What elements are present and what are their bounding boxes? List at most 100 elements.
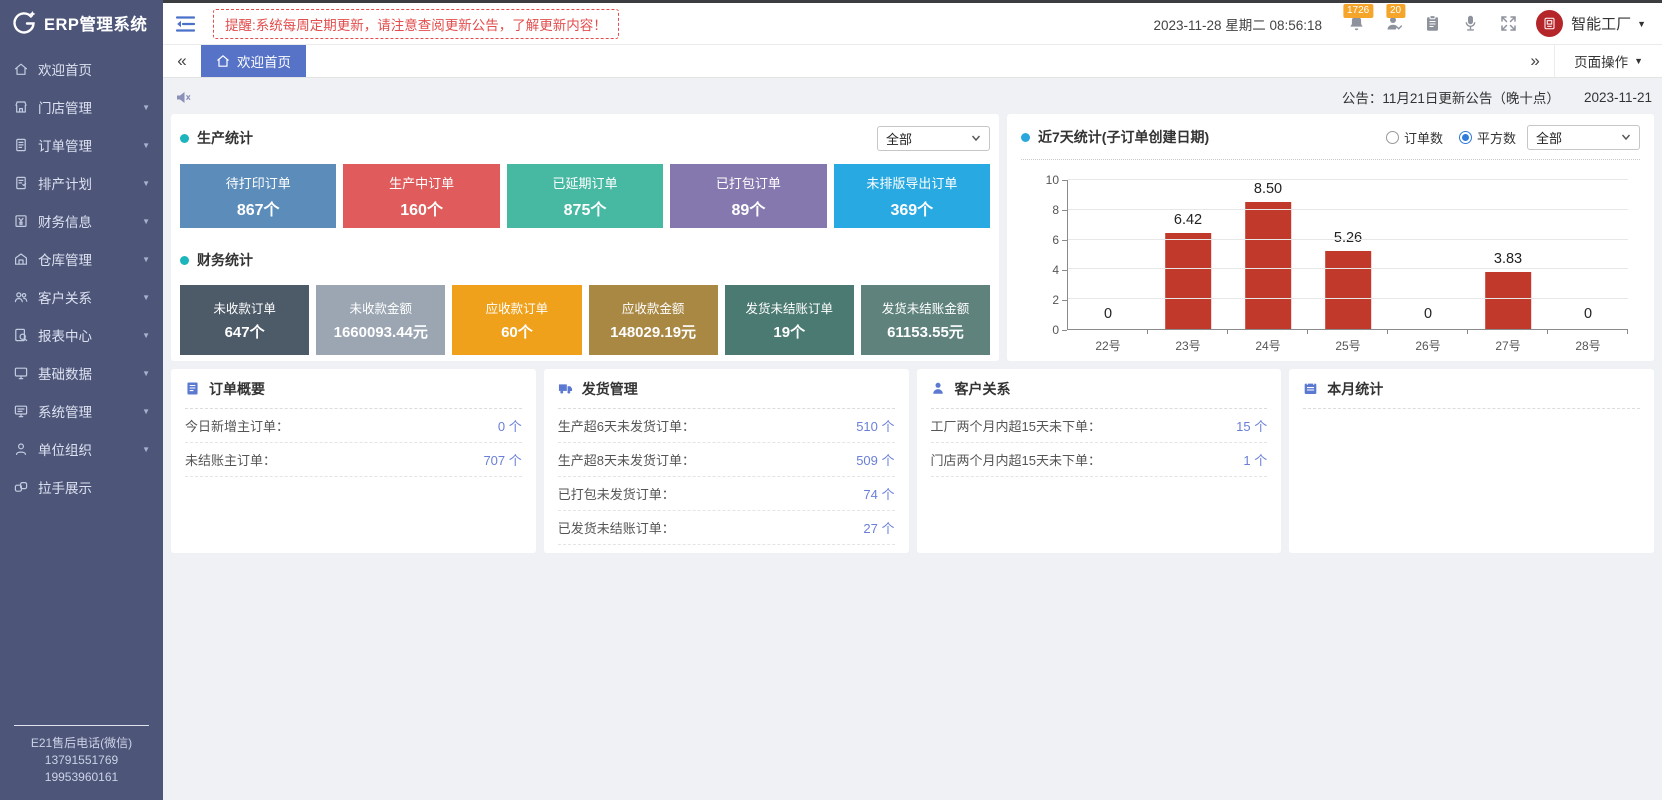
summary-row-item: 未结账主订单：707 个 bbox=[185, 443, 522, 477]
menu-collapse-icon[interactable] bbox=[175, 15, 196, 33]
x-axis-tick bbox=[1307, 329, 1308, 334]
user-message-button[interactable]: 20 bbox=[1385, 14, 1404, 33]
tabs-scroll-right-button[interactable]: » bbox=[1516, 45, 1554, 77]
bar-24号[interactable] bbox=[1245, 202, 1291, 329]
stat-card-发货未结账订单[interactable]: 发货未结账订单19个 bbox=[725, 285, 854, 355]
stat-card-label: 未收款金额 bbox=[350, 298, 413, 317]
bar-23号[interactable] bbox=[1165, 233, 1211, 329]
stat-card-未收款订单[interactable]: 未收款订单647个 bbox=[180, 285, 309, 355]
user-menu-caret-icon[interactable]: ▼ bbox=[1637, 19, 1646, 29]
chart-filter-value: 全部 bbox=[1536, 128, 1562, 147]
page-actions-dropdown[interactable]: 页面操作 ▼ bbox=[1554, 45, 1662, 77]
stat-card-label: 发货未结账金额 bbox=[882, 298, 970, 317]
finance-stats-header: 财务统计 bbox=[180, 247, 990, 273]
radio-circle-icon bbox=[1386, 131, 1399, 144]
bar-chart: 06.428.505.2603.830 22号23号24号25号26号27号28… bbox=[1021, 164, 1640, 360]
sidebar-footer: E21售后电话(微信) 13791551769 19953960161 bbox=[0, 725, 163, 800]
sidebar-item-订单管理[interactable]: 订单管理▼ bbox=[0, 126, 163, 164]
stat-card-发货未结账金额[interactable]: 发货未结账金额61153.55元 bbox=[861, 285, 990, 355]
page-actions-caret-icon: ▼ bbox=[1634, 56, 1643, 66]
month-stats-icon bbox=[1303, 381, 1318, 396]
tab-bar: « 欢迎首页 » 页面操作 ▼ bbox=[163, 45, 1662, 78]
home-tab-icon bbox=[216, 54, 230, 68]
chart-metric-radios: 订单数平方数 bbox=[1370, 128, 1516, 147]
user-name[interactable]: 智能工厂 bbox=[1571, 13, 1631, 34]
sidebar-item-门店管理[interactable]: 门店管理▼ bbox=[0, 88, 163, 126]
x-axis-tick bbox=[1227, 329, 1228, 334]
sidebar-item-仓库管理[interactable]: 仓库管理▼ bbox=[0, 240, 163, 278]
y-axis-tick bbox=[1062, 330, 1067, 331]
announcement-text[interactable]: 公告：11月21日更新公告（晚十点） bbox=[1342, 87, 1560, 107]
stat-card-生产中订单[interactable]: 生产中订单160个 bbox=[343, 164, 499, 228]
sidebar-item-排产计划[interactable]: 排产计划▼ bbox=[0, 164, 163, 202]
stat-card-已打包订单[interactable]: 已打包订单89个 bbox=[670, 164, 826, 228]
stat-card-未排版导出订单[interactable]: 未排版导出订单369个 bbox=[834, 164, 990, 228]
chart-bar-slot: 6.42 bbox=[1148, 180, 1228, 329]
sidebar-item-客户关系[interactable]: 客户关系▼ bbox=[0, 278, 163, 316]
gridline bbox=[1068, 298, 1628, 299]
chart-dot-icon bbox=[1021, 133, 1030, 142]
expand-caret-icon: ▼ bbox=[142, 293, 150, 302]
sidebar-item-拉手展示[interactable]: 拉手展示 bbox=[0, 468, 163, 506]
warehouse-icon bbox=[13, 251, 29, 267]
microphone-button[interactable] bbox=[1461, 14, 1480, 33]
summary-row-value[interactable]: 707 个 bbox=[483, 450, 521, 469]
summary-row-value[interactable]: 510 个 bbox=[856, 416, 894, 435]
sidebar-item-基础数据[interactable]: 基础数据▼ bbox=[0, 354, 163, 392]
summary-row-label: 门店两个月内超15天未下单： bbox=[931, 450, 1101, 469]
announcement-date: 2023-11-21 bbox=[1584, 90, 1652, 105]
bar-value-label: 8.50 bbox=[1254, 181, 1282, 197]
summary-row-value[interactable]: 15 个 bbox=[1236, 416, 1267, 435]
chart-bar-slot: 0 bbox=[1388, 180, 1468, 329]
gridline bbox=[1068, 209, 1628, 210]
tab-welcome-home[interactable]: 欢迎首页 bbox=[201, 45, 306, 77]
summary-row-value[interactable]: 509 个 bbox=[856, 450, 894, 469]
x-axis-tick-label: 26号 bbox=[1388, 337, 1468, 354]
summary-row-value[interactable]: 27 个 bbox=[863, 518, 894, 537]
fullscreen-button[interactable] bbox=[1499, 14, 1518, 33]
main-area: 提醒:系统每周定期更新，请注意查阅更新公告，了解更新内容！ 2023-11-28… bbox=[163, 0, 1662, 800]
summary-row-item: 已打包未发货订单：74 个 bbox=[558, 477, 895, 511]
x-axis-tick bbox=[1467, 329, 1468, 334]
summary-card-title: 发货管理 bbox=[582, 379, 638, 399]
stat-card-label: 应收款订单 bbox=[486, 298, 549, 317]
speaker-icon[interactable] bbox=[175, 89, 192, 106]
expand-caret-icon: ▼ bbox=[142, 217, 150, 226]
radio-订单数[interactable]: 订单数 bbox=[1386, 128, 1443, 147]
sidebar-item-系统管理[interactable]: 系统管理▼ bbox=[0, 392, 163, 430]
clipboard-button[interactable] bbox=[1423, 14, 1442, 33]
microphone-icon bbox=[1461, 14, 1480, 33]
summary-card-header: 本月统计 bbox=[1303, 369, 1640, 409]
chart-bar-slot: 3.83 bbox=[1468, 180, 1548, 329]
sidebar-item-label: 拉手展示 bbox=[38, 477, 92, 497]
summary-row-value[interactable]: 1 个 bbox=[1243, 450, 1267, 469]
radio-平方数[interactable]: 平方数 bbox=[1459, 128, 1516, 147]
order-summary-icon bbox=[185, 381, 200, 396]
summary-row-label: 今日新增主订单： bbox=[185, 416, 289, 435]
chart-filter-select[interactable]: 全部 bbox=[1527, 125, 1640, 150]
bar-25号[interactable] bbox=[1325, 251, 1371, 329]
bar-27号[interactable] bbox=[1485, 272, 1531, 329]
sidebar-item-label: 排产计划 bbox=[38, 173, 92, 193]
stat-card-应收款订单[interactable]: 应收款订单60个 bbox=[452, 285, 581, 355]
stat-card-已延期订单[interactable]: 已延期订单875个 bbox=[507, 164, 663, 228]
radio-circle-icon bbox=[1459, 131, 1472, 144]
summary-row-value[interactable]: 0 个 bbox=[498, 416, 522, 435]
user-avatar[interactable] bbox=[1536, 10, 1563, 37]
stat-card-待打印订单[interactable]: 待打印订单867个 bbox=[180, 164, 336, 228]
tabs-scroll-left-button[interactable]: « bbox=[163, 45, 201, 77]
stats-panel: 生产统计 全部 待打印订单867个生产中订单160个已延期订单875个已打包订单… bbox=[171, 114, 999, 361]
bell-badge: 1726 bbox=[1343, 4, 1373, 18]
notification-bell-button[interactable]: 1726 bbox=[1347, 14, 1366, 33]
stat-card-应收款金额[interactable]: 应收款金额148029.19元 bbox=[589, 285, 718, 355]
sidebar-item-单位组织[interactable]: 单位组织▼ bbox=[0, 430, 163, 468]
stat-card-未收款金额[interactable]: 未收款金额1660093.44元 bbox=[316, 285, 445, 355]
y-axis-tick bbox=[1062, 240, 1067, 241]
sidebar: ERP管理系统 欢迎首页门店管理▼订单管理▼排产计划▼财务信息▼仓库管理▼客户关… bbox=[0, 0, 163, 800]
stat-card-value: 160个 bbox=[400, 196, 443, 220]
sidebar-item-欢迎首页[interactable]: 欢迎首页 bbox=[0, 50, 163, 88]
summary-row-value[interactable]: 74 个 bbox=[863, 484, 894, 503]
sidebar-item-财务信息[interactable]: 财务信息▼ bbox=[0, 202, 163, 240]
sidebar-item-报表中心[interactable]: 报表中心▼ bbox=[0, 316, 163, 354]
production-filter-select[interactable]: 全部 bbox=[877, 126, 990, 151]
